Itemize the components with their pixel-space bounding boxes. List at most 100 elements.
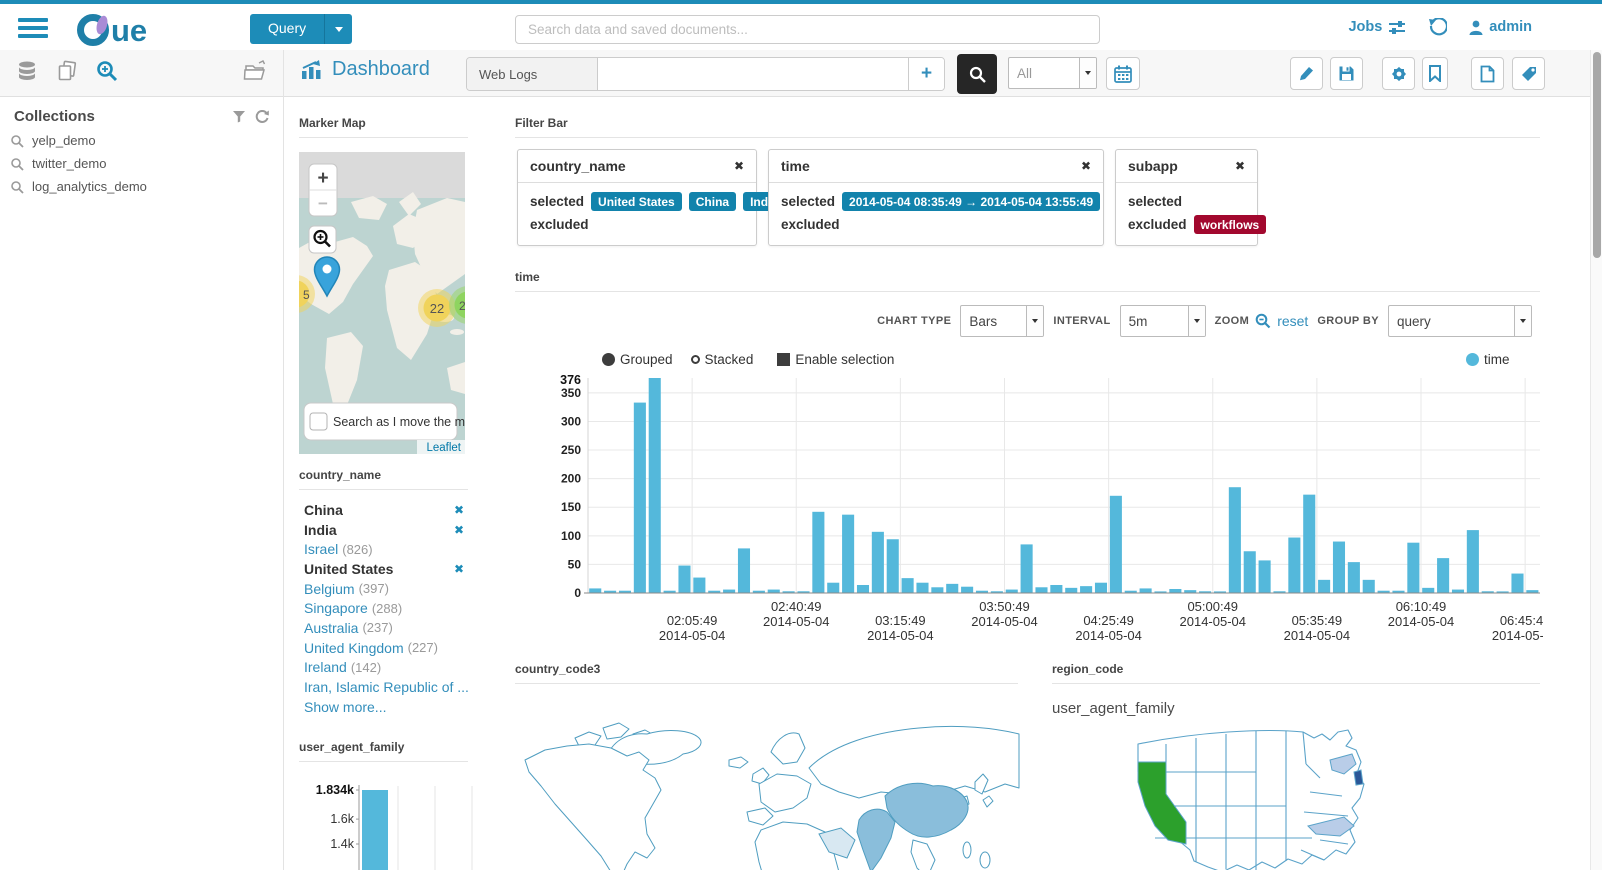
time-bar[interactable] <box>1169 588 1182 593</box>
time-bar[interactable] <box>767 589 780 593</box>
time-bar[interactable] <box>961 586 974 593</box>
time-bar[interactable] <box>1437 558 1450 593</box>
filter-value-badge[interactable]: 2014-05-04 08:35:49 → 2014-05-04 13:55:4… <box>842 192 1101 211</box>
collection-item[interactable]: yelp_demo <box>0 129 283 152</box>
map-search-toggle[interactable]: Search as I move the map <box>303 402 465 441</box>
time-bar[interactable] <box>1407 542 1420 593</box>
save-dashboard-button[interactable] <box>1330 57 1363 90</box>
facet-item[interactable]: Iran, Islamic Republic of ... <box>304 677 469 697</box>
time-histogram-chart[interactable]: 05010015020025030035037602:05:492014-05-… <box>543 372 1543 642</box>
settings-button[interactable] <box>1382 57 1415 90</box>
enable-selection-checkbox[interactable]: Enable selection <box>777 352 894 367</box>
bookmark-button[interactable] <box>1422 57 1448 90</box>
tags-button[interactable] <box>1512 57 1545 90</box>
main-scrollbar[interactable] <box>1590 50 1602 870</box>
time-bar[interactable] <box>723 589 736 593</box>
time-bar[interactable] <box>1094 582 1108 593</box>
group-by-select[interactable]: query <box>1388 305 1532 337</box>
time-bar[interactable] <box>1243 551 1256 593</box>
dashboard-title[interactable]: Dashboard <box>300 58 430 81</box>
time-bar[interactable] <box>1005 589 1018 593</box>
collection-item[interactable]: log_analytics_demo <box>0 175 283 198</box>
time-bar[interactable] <box>1347 562 1360 593</box>
dashboard-search-input[interactable] <box>598 58 908 90</box>
time-bar[interactable] <box>842 514 855 593</box>
time-bar[interactable] <box>1303 494 1316 593</box>
time-bar[interactable] <box>1258 560 1271 593</box>
facet-remove-icon[interactable]: ✖ <box>454 523 464 537</box>
databases-icon[interactable] <box>14 58 40 84</box>
time-bar[interactable] <box>1035 587 1048 593</box>
facet-remove-icon[interactable]: ✖ <box>454 503 464 517</box>
region-code-us-map[interactable] <box>1098 722 1410 870</box>
chart-type-select[interactable]: Bars <box>960 305 1045 337</box>
time-bar[interactable] <box>871 531 884 593</box>
country-shape-china[interactable] <box>884 782 969 838</box>
new-document-button[interactable] <box>1471 57 1504 90</box>
time-bar[interactable] <box>1228 487 1241 593</box>
calendar-button[interactable] <box>1106 57 1140 90</box>
query-caret[interactable] <box>324 14 352 44</box>
facet-item[interactable]: Ireland (142) <box>304 658 464 678</box>
time-bar[interactable] <box>812 511 825 593</box>
filter-value-badge[interactable]: United States <box>591 192 682 211</box>
facet-item[interactable]: Australia (237) <box>304 618 464 638</box>
hamburger-menu-icon[interactable] <box>18 18 48 40</box>
facet-item[interactable]: Israel (826) <box>304 539 464 559</box>
facet-item-label[interactable]: United Kingdom <box>304 640 404 656</box>
user-menu[interactable]: admin <box>1469 19 1532 35</box>
edit-dashboard-button[interactable] <box>1290 57 1323 90</box>
time-bar[interactable] <box>901 578 914 593</box>
facet-item-label[interactable]: Singapore <box>304 600 368 616</box>
time-bar[interactable] <box>693 577 706 593</box>
jobs-link[interactable]: Jobs <box>1348 19 1406 35</box>
facet-item-label[interactable]: Iran, Islamic Republic of ... <box>304 679 469 695</box>
facet-remove-icon[interactable]: ✖ <box>454 562 464 576</box>
global-search-input[interactable] <box>515 15 1100 44</box>
time-bar[interactable] <box>1139 588 1152 593</box>
country-code3-world-map[interactable] <box>515 700 1020 870</box>
zoom-out-icon[interactable] <box>1255 313 1271 329</box>
filter-close-icon[interactable]: ✖ <box>1081 159 1091 173</box>
facet-item[interactable]: India ✖ <box>304 520 464 540</box>
time-bar[interactable] <box>1451 589 1465 593</box>
time-bar[interactable] <box>678 565 691 593</box>
filter-close-icon[interactable]: ✖ <box>1235 159 1245 173</box>
time-bar[interactable] <box>1065 587 1078 593</box>
map-zoom-control[interactable]: + − <box>308 163 338 217</box>
time-bar[interactable] <box>1050 584 1063 593</box>
facet-item[interactable]: Belgium (397) <box>304 579 464 599</box>
time-bar[interactable] <box>1466 530 1479 593</box>
facet-item-label[interactable]: China <box>304 502 343 518</box>
search-zoom-icon[interactable] <box>94 58 120 84</box>
time-bar[interactable] <box>1332 541 1346 593</box>
refresh-icon[interactable] <box>254 109 269 124</box>
grouped-radio[interactable]: Grouped <box>602 352 673 367</box>
time-bar[interactable] <box>1422 587 1435 593</box>
facet-item[interactable]: United Kingdom (227) <box>304 638 464 658</box>
map-zoom-in-button[interactable]: + <box>317 168 328 189</box>
time-bar[interactable] <box>1109 495 1122 593</box>
country-shape-india[interactable] <box>856 808 896 870</box>
filter-value-badge[interactable]: workflows <box>1193 215 1267 234</box>
time-bar[interactable] <box>946 583 959 593</box>
hue-logo[interactable]: ue <box>76 11 176 47</box>
facet-item-label[interactable]: Belgium <box>304 581 355 597</box>
time-bar[interactable] <box>1288 537 1301 593</box>
add-query-button[interactable]: + <box>908 58 944 90</box>
time-bar[interactable] <box>589 588 602 593</box>
timespan-select[interactable]: All <box>1008 57 1097 89</box>
map-magnify-button[interactable] <box>308 225 337 254</box>
history-button[interactable] <box>1428 17 1448 37</box>
documents-icon[interactable] <box>54 58 80 84</box>
facet-item[interactable]: China ✖ <box>304 500 464 520</box>
facet-item-label[interactable]: Israel <box>304 541 338 557</box>
time-bar[interactable] <box>1511 573 1524 593</box>
time-bar[interactable] <box>1362 579 1375 593</box>
filter-close-icon[interactable]: ✖ <box>734 159 744 173</box>
query-split-button[interactable]: Query <box>250 14 353 44</box>
collection-item[interactable]: twitter_demo <box>0 152 283 175</box>
facet-item-label[interactable]: India <box>304 522 337 538</box>
time-bar[interactable] <box>827 582 840 593</box>
time-bar[interactable] <box>886 539 899 593</box>
